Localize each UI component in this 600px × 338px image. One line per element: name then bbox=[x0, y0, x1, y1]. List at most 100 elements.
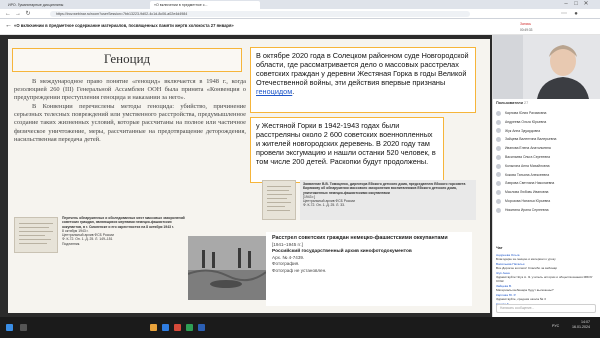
profile-icon[interactable]: ● bbox=[572, 10, 580, 18]
tab-webinar-label: «О включении в предметное с... bbox=[154, 3, 208, 7]
document-caption-1: Перечень обнаруженных и обследованных ме… bbox=[62, 216, 186, 246]
maximize-icon[interactable]: □ bbox=[572, 0, 580, 8]
genocide-text: В международное право понятие «геноцид» … bbox=[14, 78, 246, 145]
slide-title: Геноцид bbox=[12, 48, 242, 72]
participants-header: Пользователи 27 bbox=[496, 101, 528, 105]
participant-name: Маслова Любовь Ивановна bbox=[505, 190, 549, 195]
participant-row[interactable]: Иванова Елена Анатольевна bbox=[496, 144, 596, 153]
participant-name: Морозова Наталья Юрьевна bbox=[505, 198, 551, 203]
avatar bbox=[496, 146, 501, 152]
tab-webinar[interactable]: «О включении в предметное с... bbox=[150, 1, 260, 9]
clock-date: 16.01.2024 bbox=[572, 325, 590, 329]
search-icon[interactable] bbox=[20, 324, 27, 331]
participant-row[interactable]: Васильева Ольга Сергеевна bbox=[496, 153, 596, 162]
participant-row[interactable]: Зайцева Валентина Валерьевна bbox=[496, 135, 596, 144]
genocide-link[interactable]: геноцидом bbox=[256, 87, 292, 96]
chat-text: Здравствуйте, средняя школа № 3 bbox=[496, 296, 546, 301]
document-image-1 bbox=[14, 217, 58, 253]
webinar-title: «О включении в предметное содержание мат… bbox=[14, 23, 234, 28]
avatar bbox=[496, 163, 501, 169]
participant-row[interactable]: Лаврова Светлана Николаевна bbox=[496, 179, 596, 188]
participant-row[interactable]: Жук Анна Эдуардовна bbox=[496, 127, 596, 136]
record-time: 00:49:33 bbox=[520, 28, 533, 32]
back-arrow-icon[interactable]: ← bbox=[5, 22, 12, 29]
photo-note: Фотограф не установлен. bbox=[272, 267, 327, 273]
edge-icon[interactable] bbox=[162, 324, 169, 331]
participant-name: Жук Анна Эдуардовна bbox=[505, 128, 541, 133]
genocide-paragraph-2: В Конвенции перечислены методы геноцида:… bbox=[14, 103, 246, 143]
doc2-caption-title: Заявление В.В. Тимоценко, директора Ейск… bbox=[303, 182, 466, 195]
avatar bbox=[496, 110, 501, 116]
participant-name: Карпова Юлия Рахимовна bbox=[505, 111, 547, 115]
genocide-paragraph-1: В международное право понятие «геноцид» … bbox=[14, 78, 246, 102]
participant-name: Зайцева Валентина Валерьевна bbox=[505, 137, 557, 142]
avatar bbox=[496, 190, 501, 196]
avatar bbox=[496, 207, 501, 213]
participant-row[interactable]: Колыгина Анна Михайловна bbox=[496, 162, 596, 171]
chat-message: Жук Анна Здравствуйте! Жук А. Э. учитель … bbox=[496, 271, 596, 283]
language-indicator[interactable]: РУС bbox=[552, 324, 559, 328]
photo-archive: Российский государственный архив кинофот… bbox=[272, 249, 412, 255]
participant-row[interactable]: Карпова Юлия Рахимовна bbox=[496, 109, 596, 118]
participant-name: Андреева Ольга Юрьевна bbox=[505, 119, 547, 124]
participants-title: Пользователи bbox=[496, 101, 523, 105]
participant-row[interactable]: Никитина Ирина Сергеевна bbox=[496, 206, 596, 215]
participant-row[interactable]: Морозова Наталья Юрьевна bbox=[496, 197, 596, 206]
participant-row[interactable]: Маслова Любовь Ивановна bbox=[496, 188, 596, 197]
avatar bbox=[496, 128, 501, 134]
word-icon[interactable] bbox=[198, 324, 205, 331]
excel-icon[interactable] bbox=[186, 324, 193, 331]
doc1-caption-title: Перечень обнаруженных и обследованных ме… bbox=[62, 216, 185, 229]
chat-text: Здравствуйте! Жук А. Э. учитель истории … bbox=[496, 274, 593, 283]
back-icon[interactable]: ← bbox=[4, 10, 12, 18]
webinar-header: ← «О включении в предметное содержание м… bbox=[0, 19, 600, 35]
chat-text: Все Дорогие коллеги! Спасибо за вебинар bbox=[496, 265, 558, 270]
windows-taskbar bbox=[0, 317, 600, 338]
close-icon[interactable]: ✕ bbox=[582, 0, 590, 8]
historical-photo bbox=[188, 236, 266, 300]
reload-icon[interactable]: ↻ bbox=[24, 10, 32, 18]
participant-row[interactable]: Кокова Татьяна Алексеевна bbox=[496, 171, 596, 180]
document-caption-2: Заявление В.В. Тимоценко, директора Ейск… bbox=[300, 180, 476, 220]
avatar bbox=[496, 181, 501, 187]
document-image-2 bbox=[262, 180, 296, 220]
court-case-box: В октябре 2020 года в Солецком районном … bbox=[250, 47, 476, 113]
chat-message: Зайцева В. Материалы вебинара будут вылож… bbox=[496, 284, 596, 293]
address-bar: ← → ↻ https://irov.webinar.ru/room?userS… bbox=[0, 9, 600, 19]
doc2-caption-ref: Ф. К-72. Оп. 1. Д. 25. Л. 33. bbox=[303, 203, 346, 208]
minimize-icon[interactable]: – bbox=[562, 0, 570, 8]
photo-title: Расстрел советских граждан немецко-фашис… bbox=[272, 235, 448, 241]
chrome-icon[interactable] bbox=[174, 324, 181, 331]
speaker-video[interactable] bbox=[493, 35, 600, 99]
participant-row[interactable]: Андреева Ольга Юрьевна bbox=[496, 118, 596, 127]
participant-name: Иванова Елена Анатольевна bbox=[505, 146, 551, 151]
participants-list: Карпова Юлия Рахимовна Андреева Ольга Юрь… bbox=[496, 109, 596, 215]
chat-header: Чат bbox=[496, 246, 503, 250]
url-field[interactable]: https://irov.webinar.ru/room?userSession… bbox=[50, 11, 470, 17]
excavation-text: у Жестяной Горки в 1942-1943 годах были … bbox=[256, 121, 436, 167]
start-icon[interactable] bbox=[6, 324, 13, 331]
browser-tab-bar: ИРО. Гуманитарные дисциплины «О включени… bbox=[0, 0, 600, 9]
participant-name: Кокова Татьяна Алексеевна bbox=[505, 172, 550, 177]
forward-icon[interactable]: → bbox=[14, 10, 22, 18]
excavation-box: у Жестяной Горки в 1942-1943 годах были … bbox=[250, 117, 444, 183]
chat-message: Васильева Наталья Все Дорогие коллеги! Сп… bbox=[496, 262, 596, 271]
avatar bbox=[496, 137, 501, 143]
avatar bbox=[496, 198, 501, 204]
avatar bbox=[496, 172, 501, 178]
avatar bbox=[496, 154, 501, 160]
participant-name: Колыгина Анна Михайловна bbox=[505, 163, 550, 168]
chat-message: Карпова Ю. Р. Здравствуйте, средняя школа… bbox=[496, 293, 596, 302]
photo-info-card: Расстрел советских граждан немецко-фашис… bbox=[266, 232, 472, 306]
participant-name: Никитина Ирина Сергеевна bbox=[505, 207, 549, 212]
participant-name: Васильева Ольга Сергеевна bbox=[505, 154, 551, 159]
tab-iro[interactable]: ИРО. Гуманитарные дисциплины bbox=[4, 1, 100, 9]
chat-input[interactable]: Написать сообщение... bbox=[496, 304, 596, 313]
system-clock[interactable]: 14:07 16.01.2024 bbox=[572, 320, 590, 330]
doc1-caption-type: Подлинник. bbox=[62, 241, 81, 246]
participant-name: Лаврова Светлана Николаевна bbox=[505, 181, 555, 186]
chat-message: Андреева Ольга Благодарю за лекцию и мате… bbox=[496, 253, 596, 262]
extensions-icon[interactable]: ⋯ bbox=[560, 10, 568, 18]
explorer-icon[interactable] bbox=[150, 324, 157, 331]
participants-count: 27 bbox=[524, 101, 529, 105]
